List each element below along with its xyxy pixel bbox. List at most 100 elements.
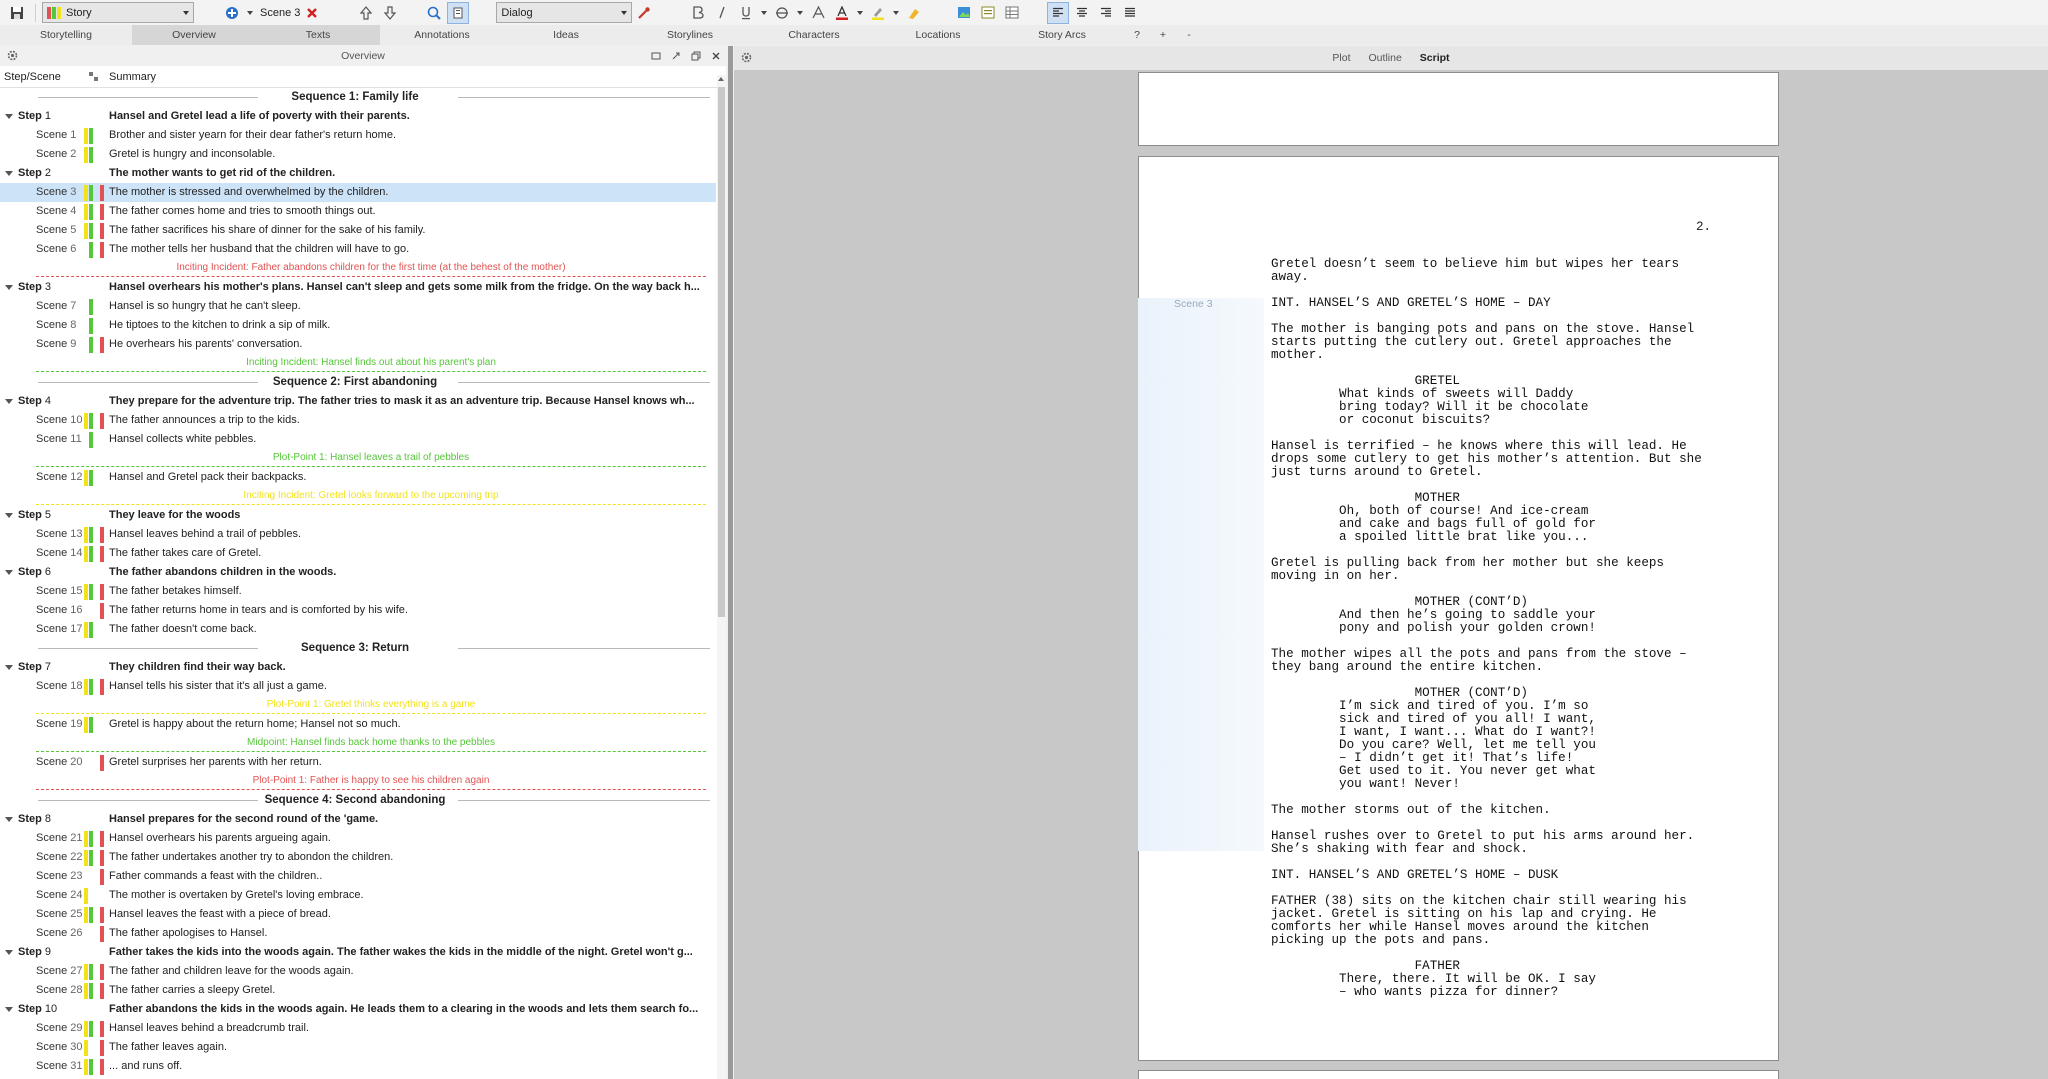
plot-point-row[interactable]: Inciting Incident: Hansel finds out abou… [0, 354, 716, 373]
chevron-down-icon[interactable] [857, 10, 864, 15]
justify-icon[interactable] [1119, 2, 1141, 24]
chevron-down-icon[interactable] [247, 10, 253, 15]
scene-row[interactable]: Scene 2 Gretel is hungry and inconsolable… [0, 145, 716, 164]
align-center-icon[interactable] [1071, 2, 1093, 24]
expand-caret-icon[interactable] [5, 399, 13, 404]
story-combo[interactable]: Story [42, 2, 194, 23]
page-view-icon[interactable] [447, 1, 470, 24]
italic-icon[interactable] [711, 2, 733, 24]
move-down-icon[interactable] [379, 2, 401, 24]
column-summary[interactable]: Summary [109, 71, 156, 83]
strikethrough-icon[interactable] [771, 2, 793, 24]
scene-row[interactable]: Scene 17 The father doesn't come back. [0, 620, 716, 639]
plot-point-row[interactable]: Plot-Point 1: Gretel thinks everything i… [0, 696, 716, 715]
scene-row[interactable]: Scene 6 The mother tells her husband that… [0, 240, 716, 259]
scene-row[interactable]: Scene 28 The father carries a sleepy Gret… [0, 981, 716, 1000]
insert-note-icon[interactable] [977, 2, 999, 24]
scene-row[interactable]: Scene 1 Brother and sister yearn for thei… [0, 126, 716, 145]
insert-image-icon[interactable] [953, 2, 975, 24]
scene-row[interactable]: Scene 7 Hansel is so hungry that he can't… [0, 297, 716, 316]
plot-point-row[interactable]: Plot-Point 1: Father is happy to see his… [0, 772, 716, 791]
expand-caret-icon[interactable] [5, 665, 13, 670]
plot-point-row[interactable]: Plot-Point 1: Hansel leaves a trail of p… [0, 449, 716, 468]
plot-point-row[interactable]: Midpoint: Hansel finds back home thanks … [0, 734, 716, 753]
plot-point-row[interactable]: Inciting Incident: Gretel looks forward … [0, 487, 716, 506]
bold-icon[interactable] [687, 2, 709, 24]
font-color-icon[interactable] [831, 2, 853, 24]
scene-row[interactable]: Scene 14 The father takes care of Gretel. [0, 544, 716, 563]
expand-caret-icon[interactable] [5, 171, 13, 176]
column-step-scene[interactable]: Step/Scene [4, 71, 61, 83]
scene-row[interactable]: Scene 13 Hansel leaves behind a trail of … [0, 525, 716, 544]
chevron-down-icon[interactable] [893, 10, 900, 15]
insert-table-icon[interactable] [1001, 2, 1023, 24]
tab-help[interactable]: ? [1124, 25, 1150, 45]
expand-icon[interactable] [670, 50, 682, 62]
add-scene-icon[interactable] [221, 2, 243, 24]
expand-caret-icon[interactable] [5, 817, 13, 822]
view-outline[interactable]: Outline [1369, 52, 1402, 64]
column-settings-icon[interactable] [88, 71, 99, 85]
pane-splitter[interactable] [728, 46, 733, 1079]
scene-row[interactable]: Scene 24 The mother is overtaken by Grete… [0, 886, 716, 905]
scene-row[interactable]: Scene 19 Gretel is happy about the return… [0, 715, 716, 734]
tab-annotations[interactable]: Annotations [380, 25, 504, 45]
expand-caret-icon[interactable] [5, 1007, 13, 1012]
close-icon[interactable] [710, 50, 722, 62]
scene-row[interactable]: Scene 3 The mother is stressed and overwh… [0, 183, 716, 202]
chevron-down-icon[interactable] [797, 10, 804, 15]
move-up-icon[interactable] [355, 2, 377, 24]
sequence-header[interactable]: Sequence 1: Family life [0, 88, 716, 107]
align-right-icon[interactable] [1095, 2, 1117, 24]
step-row[interactable]: Step 1 Hansel and Gretel lead a life of p… [0, 107, 716, 126]
scene-row[interactable]: Scene 15 The father betakes himself. [0, 582, 716, 601]
highlight-icon[interactable] [867, 2, 889, 24]
expand-caret-icon[interactable] [5, 285, 13, 290]
step-row[interactable]: Step 4 They prepare for the adventure tri… [0, 392, 716, 411]
expand-caret-icon[interactable] [5, 950, 13, 955]
gear-icon[interactable] [6, 49, 19, 65]
sequence-header[interactable]: Sequence 4: Second abandoning [0, 791, 716, 810]
tab-overview[interactable]: Overview [132, 25, 256, 45]
scene-row[interactable]: Scene 16 The father returns home in tears… [0, 601, 716, 620]
view-script[interactable]: Script [1420, 52, 1450, 64]
scene-row[interactable]: Scene 26 The father apologises to Hansel. [0, 924, 716, 943]
underline-icon[interactable] [735, 2, 757, 24]
font-icon[interactable] [807, 2, 829, 24]
scene-row[interactable]: Scene 27 The father and children leave fo… [0, 962, 716, 981]
step-row[interactable]: Step 8 Hansel prepares for the second rou… [0, 810, 716, 829]
view-plot[interactable]: Plot [1332, 52, 1350, 64]
scene-row[interactable]: Scene 18 Hansel tells his sister that it'… [0, 677, 716, 696]
scene-row[interactable]: Scene 4 The father comes home and tries t… [0, 202, 716, 221]
step-row[interactable]: Step 6 The father abandons children in th… [0, 563, 716, 582]
scene-row[interactable]: Scene 30 The father leaves again. [0, 1038, 716, 1057]
expand-caret-icon[interactable] [5, 570, 13, 575]
step-row[interactable]: Step 2 The mother wants to get rid of the… [0, 164, 716, 183]
expand-caret-icon[interactable] [5, 114, 13, 119]
scene-row[interactable]: Scene 25 Hansel leaves the feast with a p… [0, 905, 716, 924]
align-left-icon[interactable] [1047, 1, 1070, 24]
minimize-icon[interactable] [650, 50, 662, 62]
tab-add[interactable]: + [1150, 25, 1176, 45]
tab-ideas[interactable]: Ideas [504, 25, 628, 45]
scene-row[interactable]: Scene 22 The father undertakes another tr… [0, 848, 716, 867]
sequence-header[interactable]: Sequence 2: First abandoning [0, 373, 716, 392]
scene-row[interactable]: Scene 29 Hansel leaves behind a breadcrum… [0, 1019, 716, 1038]
scrollbar-thumb[interactable] [718, 87, 725, 617]
tab-locations[interactable]: Locations [876, 25, 1000, 45]
scene-row[interactable]: Scene 20 Gretel surprises her parents wit… [0, 753, 716, 772]
step-row[interactable]: Step 7 They children find their way back. [0, 658, 716, 677]
scene-row[interactable]: Scene 23 Father commands a feast with the… [0, 867, 716, 886]
tab-storylines[interactable]: Storylines [628, 25, 752, 45]
scene-row[interactable]: Scene 9 He overhears his parents' convers… [0, 335, 716, 354]
paragraph-style-combo[interactable]: Dialog [496, 2, 633, 23]
expand-caret-icon[interactable] [5, 513, 13, 518]
chevron-down-icon[interactable] [761, 10, 768, 15]
scene-row[interactable]: Scene 10 The father announces a trip to t… [0, 411, 716, 430]
scroll-up-icon[interactable] [718, 77, 724, 81]
scene-row[interactable]: Scene 21 Hansel overhears his parents arg… [0, 829, 716, 848]
tab-texts[interactable]: Texts [256, 25, 380, 45]
sequence-header[interactable]: Sequence 3: Return [0, 639, 716, 658]
eyedropper-icon[interactable] [633, 2, 655, 24]
tab-characters[interactable]: Characters [752, 25, 876, 45]
